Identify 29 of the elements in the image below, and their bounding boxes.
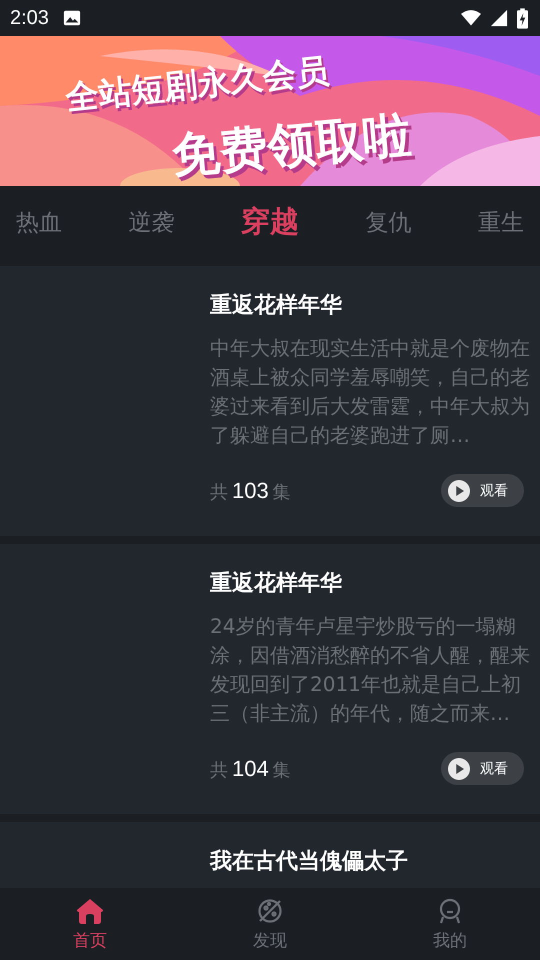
category-tab[interactable]: 穿越 [241, 202, 299, 242]
episode-count: 共 103 集 [210, 478, 291, 504]
category-tab[interactable]: 复仇 [366, 206, 412, 238]
status-time: 2:03 [10, 6, 49, 30]
drama-title: 重返花样年华 [210, 292, 342, 320]
episode-count: 共 104 集 [210, 756, 291, 782]
drama-title: 重返花样年华 [210, 570, 342, 598]
drama-card[interactable]: 我在古代当傀儡太子 [0, 822, 540, 888]
drama-card[interactable]: 重返花样年华 24岁的青年卢星宇炒股亏的一塌糊涂，因借酒消愁醉的不省人醒，醒来发现回到了2011年也就是自己上初三（非主流）的年代，随之而来… 共 104 集 观看 [0, 544, 540, 814]
category-tab[interactable]: 重生 [478, 206, 524, 238]
watch-button[interactable]: 观看 [441, 474, 524, 507]
drama-title: 我在古代当傀儡太子 [210, 848, 408, 876]
category-tab[interactable]: 逆袭 [128, 206, 174, 238]
signal-icon [489, 9, 509, 27]
play-icon [448, 758, 470, 780]
wifi-icon [461, 9, 481, 27]
drama-description: 中年大叔在现实生活中就是个废物在酒桌上被众同学羞辱嘲笑，自己的老婆过来看到后大发雷霆，中年大叔为了躲避自己的老婆跑进了厕… [210, 335, 531, 449]
planet-icon [256, 896, 284, 924]
nav-item[interactable]: 首页 [0, 888, 180, 960]
home-icon [76, 896, 104, 924]
watch-button[interactable]: 观看 [441, 752, 524, 785]
category-tab[interactable]: 热血 [16, 206, 62, 238]
nav-item[interactable]: 我的 [360, 888, 540, 960]
drama-card[interactable]: 重返花样年华 中年大叔在现实生活中就是个废物在酒桌上被众同学羞辱嘲笑，自己的老婆过来看到后大发雷霆，中年大叔为了躲避自己的老婆跑进了厕… 共 103 集 观看 [0, 266, 540, 536]
play-icon [448, 480, 470, 502]
drama-description: 24岁的青年卢星宇炒股亏的一塌糊涂，因借酒消愁醉的不省人醒，醒来发现回到了2011年也就是自己上初三（非主流）的年代，随之而来… [210, 613, 531, 727]
nav-item[interactable]: 发现 [180, 888, 360, 960]
image-icon [62, 9, 81, 27]
battery-icon [517, 8, 528, 28]
